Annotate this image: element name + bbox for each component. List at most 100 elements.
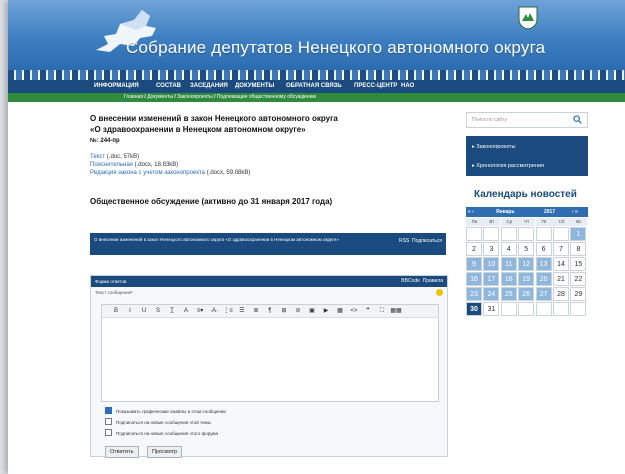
calendar-year[interactable]: 2017 [544,207,555,217]
calendar-day[interactable]: 2 [466,242,482,256]
file-revision: Редакция закона с учетом законопроекта (… [90,170,250,176]
calendar-day[interactable]: 29 [570,287,587,301]
toolbar-button[interactable]: ☰ [236,306,248,316]
calendar-next-button[interactable]: › » [572,207,578,217]
option-subscribe-forum[interactable]: Подписаться на новые сообщения этого фор… [105,429,218,437]
calendar-day[interactable]: 27 [535,287,552,301]
nav-item-nao[interactable]: НАО [401,80,414,93]
toolbar-button[interactable]: ⊘ [292,306,304,316]
calendar-month[interactable]: Январь [496,207,515,217]
toolbar-button[interactable]: ❞ [362,306,374,316]
nav-item-information[interactable]: ИНФОРМАЦИЯ [94,80,139,93]
checkbox-icon[interactable] [105,429,112,437]
toolbar-button[interactable]: ▦ [334,306,346,316]
calendar-day[interactable]: 16 [466,272,482,286]
calendar-day[interactable]: 28 [553,287,569,301]
calendar-day[interactable]: 14 [553,257,569,271]
calendar-weekday: Вт [483,218,501,226]
toolbar-button[interactable]: ·A· [208,306,220,316]
editor-toolbar: B I U S T̲ A ≡▾ ·A· ⋮≡ ☰ ≣ ¶ ⊞ ⊘ ▣ ▶ ▦ <> ❞ ⛶ ▦▦ [102,305,438,318]
toolbar-button[interactable]: ⊞ [278,306,290,316]
reply-form-heading: Форма ответов [95,279,127,284]
option-smileys-label: Показывать графические смайлы в этом соо… [116,409,226,414]
calendar-day[interactable]: 19 [518,272,535,286]
nav-item-press-center[interactable]: ПРЕСС-ЦЕНТР [354,80,397,93]
site-header: Собрание депутатов Ненецкого автономного… [8,0,625,70]
page: Собрание депутатов Ненецкого автономного… [8,0,625,474]
search-icon[interactable] [573,115,582,124]
option-subscribe-topic[interactable]: Подписаться на новые сообщения этой темы [105,418,211,426]
subscribe-link[interactable]: Подписаться [412,238,442,244]
topic-title[interactable]: О внесении изменений в закон Ненецкого а… [94,236,384,243]
toolbar-button[interactable]: T̲ [166,306,178,316]
file-explanatory-link[interactable]: Пояснительная [90,162,133,168]
nav-item-composition[interactable]: СОСТАВ [156,80,181,93]
rss-link[interactable]: RSS [399,238,409,244]
file-explanatory: Пояснительная (.docx, 18.83kB) [90,162,178,168]
option-smileys[interactable]: Показывать графические смайлы в этом соо… [105,407,226,415]
calendar-day[interactable]: 17 [483,272,500,286]
nav-item-sessions[interactable]: ЗАСЕДАНИЯ [190,80,228,93]
calendar-day[interactable]: 25 [500,287,517,301]
calendar-day[interactable]: 11 [500,257,517,271]
calendar-day[interactable]: 23 [466,287,482,301]
calendar-prev-button[interactable]: « ‹ [468,207,474,217]
calendar-day[interactable]: 15 [570,257,587,271]
file-text-link[interactable]: Текст [90,154,105,160]
nav-item-documents[interactable]: ДОКУМЕНТЫ [235,80,274,93]
breadcrumb-documents[interactable]: Документы [147,94,173,100]
toolbar-button[interactable]: ▣ [306,306,318,316]
toolbar-button[interactable]: U [138,306,150,316]
calendar-day[interactable]: 21 [553,272,569,286]
calendar-day[interactable]: 5 [518,242,535,256]
breadcrumb-bills[interactable]: Законопроекты [177,94,213,100]
calendar-day[interactable]: 20 [535,272,552,286]
toolbar-button[interactable]: ⛶ [376,306,388,316]
calendar-day[interactable]: 22 [570,272,587,286]
smiley-icon[interactable] [436,289,443,296]
toolbar-button[interactable]: B [110,306,122,316]
breadcrumb-home[interactable]: Главная [124,94,143,100]
checkbox-icon[interactable] [105,418,112,426]
calendar-day[interactable]: 8 [570,242,587,256]
calendar-day[interactable]: 24 [483,287,500,301]
toolbar-button[interactable]: ≡▾ [194,306,206,316]
calendar-day[interactable]: 31 [483,302,500,316]
calendar-day[interactable]: 3 [483,242,500,256]
calendar-day[interactable]: 30 [466,302,482,316]
sidebar-item-chronology[interactable]: ▸ Хронология рассмотрения [472,163,544,169]
search-input[interactable]: Поиск по сайту [466,112,588,128]
toolbar-button[interactable]: A [180,306,192,316]
calendar-empty-cell [553,302,569,316]
reply-button[interactable]: Ответить [105,446,139,458]
nav-item-feedback[interactable]: ОБРАТНАЯ СВЯЗЬ [286,80,342,93]
toolbar-button[interactable]: I [124,306,136,316]
toolbar-button[interactable]: ⋮≡ [222,306,234,316]
coat-of-arms-icon[interactable] [518,6,538,30]
rules-link[interactable]: Правила [423,278,443,284]
calendar-day[interactable]: 18 [500,272,517,286]
calendar-day[interactable]: 26 [518,287,535,301]
toolbar-button[interactable]: ▶ [320,306,332,316]
calendar-day[interactable]: 1 [570,227,587,241]
preview-button[interactable]: Просмотр [147,446,183,458]
checkbox-checked-icon[interactable] [105,407,112,415]
toolbar-button[interactable]: <> [348,306,360,316]
toolbar-button[interactable]: S [152,306,164,316]
sidebar-item-bills[interactable]: ▸ Законопроекты [472,144,515,150]
file-revision-link[interactable]: Редакция закона с учетом законопроекта [90,170,205,176]
calendar-day[interactable]: 7 [553,242,569,256]
calendar-day[interactable]: 10 [483,257,500,271]
toolbar-button[interactable]: ≣ [250,306,262,316]
calendar-day[interactable]: 13 [535,257,552,271]
reply-form: Форма ответов BBCode Правила Текст сообщ… [90,275,448,458]
message-editor[interactable]: B I U S T̲ A ≡▾ ·A· ⋮≡ ☰ ≣ ¶ ⊞ ⊘ ▣ ▶ ▦ <> ❞ ⛶ ▦▦ [101,304,439,402]
site-title[interactable]: Собрание депутатов Ненецкого автономного… [126,38,545,58]
calendar-day[interactable]: 6 [535,242,552,256]
bbcode-link[interactable]: BBCode [401,278,420,284]
calendar-day[interactable]: 4 [500,242,517,256]
calendar-day[interactable]: 9 [466,257,482,271]
toolbar-button[interactable]: ▦▦ [390,306,402,316]
calendar-day[interactable]: 12 [518,257,535,271]
toolbar-button[interactable]: ¶ [264,306,276,316]
